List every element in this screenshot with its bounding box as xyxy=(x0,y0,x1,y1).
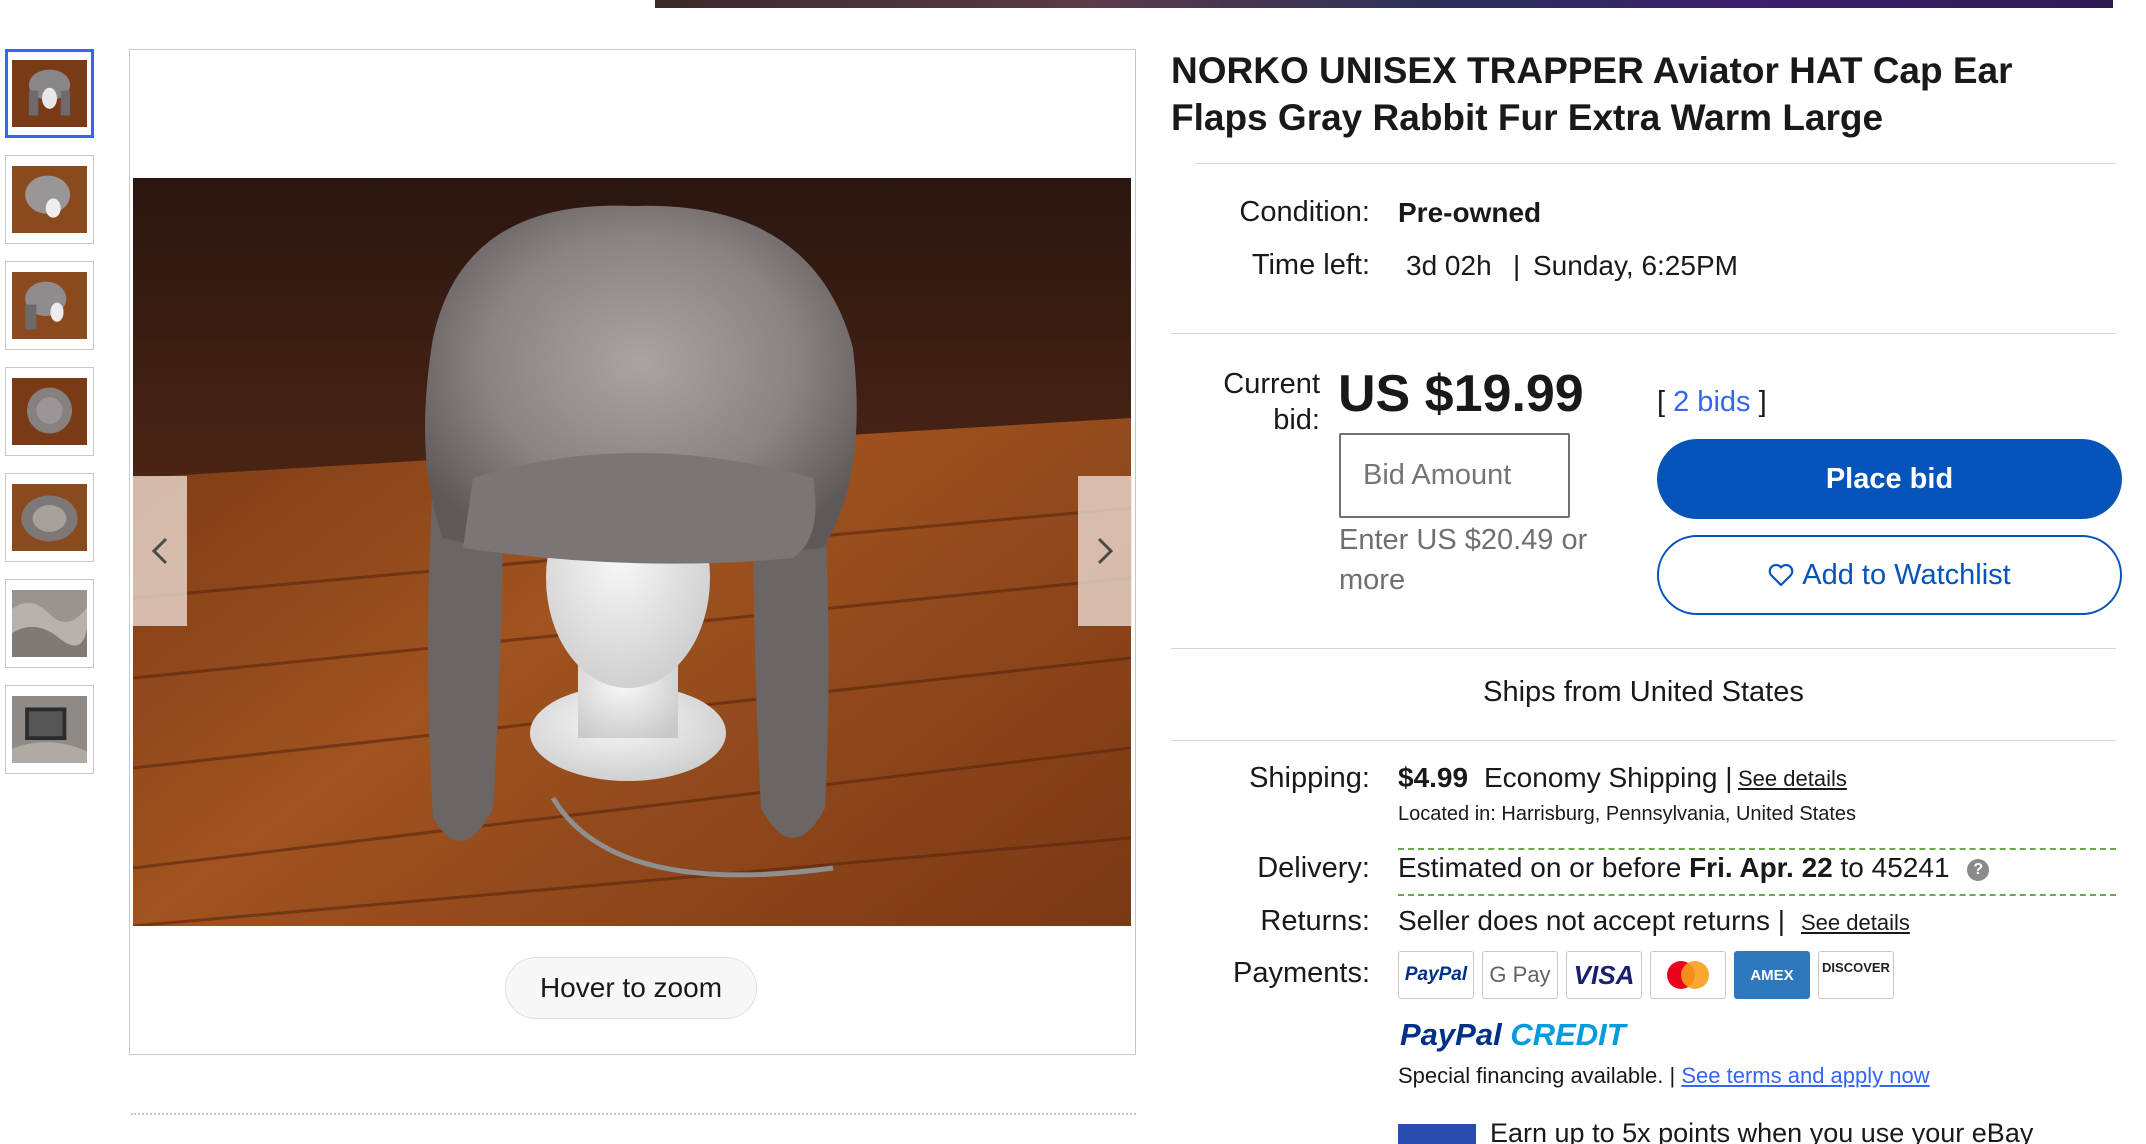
place-bid-button[interactable]: Place bid xyxy=(1657,439,2122,519)
paypal-credit-pay: PayPal xyxy=(1400,1017,1502,1052)
time-left-label: Time left: xyxy=(1251,249,1370,281)
returns-label: Returns: xyxy=(1260,905,1370,937)
returns-value: Seller does not accept returns | xyxy=(1398,905,1786,936)
top-banner xyxy=(655,0,2113,8)
chevron-right-icon xyxy=(1097,537,1114,565)
shipping-method: Economy Shipping | xyxy=(1484,762,1733,793)
current-bid-label-line2: bid: xyxy=(1273,404,1320,436)
time-separator: | xyxy=(1513,250,1521,281)
delivery-top-border xyxy=(1398,848,2116,850)
mastercard-icon xyxy=(1650,951,1726,999)
delivery-estimate: Estimated on or before Fri. Apr. 22 to 4… xyxy=(1398,852,1990,884)
earn-points-text: Earn up to 5x points when you use your e… xyxy=(1490,1118,2034,1144)
delivery-label: Delivery: xyxy=(1257,852,1370,884)
divider xyxy=(1171,333,2116,334)
shipping-label: Shipping: xyxy=(1249,762,1370,794)
bid-count: [ 2 bids ] xyxy=(1657,386,1767,419)
paypal-credit-logo: PayPal CREDIT xyxy=(1400,1017,1626,1053)
help-icon[interactable]: ? xyxy=(1967,858,1990,881)
discover-badge-text: DISCOVER xyxy=(1822,960,1890,975)
thumbnail-5[interactable] xyxy=(5,473,94,562)
amex-badge-text: AMEX xyxy=(1750,966,1794,984)
current-price: US $19.99 xyxy=(1338,365,1584,423)
divider xyxy=(1171,740,2116,741)
thumbnail-2[interactable] xyxy=(5,155,94,244)
gallery-divider xyxy=(131,1113,1136,1115)
special-financing: Special financing available. | See terms… xyxy=(1398,1063,1930,1089)
bid-history-link[interactable]: 2 bids xyxy=(1673,386,1750,418)
add-to-watchlist-label: Add to Watchlist xyxy=(1802,558,2011,591)
divider xyxy=(1195,163,2116,164)
item-location: Located in: Harrisburg, Pennsylvania, Un… xyxy=(1398,803,1856,826)
thumbnail-7[interactable] xyxy=(5,685,94,774)
delivery-date: Fri. Apr. 22 xyxy=(1689,852,1833,883)
paypal-badge-text: PayPal xyxy=(1404,964,1468,985)
add-to-watchlist-button[interactable]: Add to Watchlist xyxy=(1657,535,2122,615)
gpay-badge-text: G Pay xyxy=(1489,962,1551,987)
payments-label: Payments: xyxy=(1233,957,1370,989)
chevron-left-icon xyxy=(151,537,168,565)
located-label: Located in: xyxy=(1398,803,1496,825)
located-value: Harrisburg, Pennsylvania, United States xyxy=(1501,803,1857,825)
visa-badge-text: VISA xyxy=(1573,959,1635,990)
heart-icon xyxy=(1768,563,1794,587)
amex-icon: AMEX xyxy=(1734,951,1810,999)
main-image-frame: Hover to zoom xyxy=(129,49,1136,1055)
ships-from: Ships from United States xyxy=(1483,676,1804,708)
returns-see-details-link[interactable]: See details xyxy=(1801,910,1910,936)
delivery-bottom-border xyxy=(1398,894,2116,896)
end-time: Sunday, 6:25PM xyxy=(1533,250,1738,281)
current-bid-label-line1: Current xyxy=(1223,368,1320,400)
bid-bracket-open: [ xyxy=(1657,386,1666,418)
thumbnail-1[interactable] xyxy=(5,49,94,138)
item-title: NORKO UNISEX TRAPPER Aviator HAT Cap Ear… xyxy=(1171,50,2013,138)
see-terms-link[interactable]: See terms and apply now xyxy=(1681,1063,1929,1088)
bid-bracket-close: ] xyxy=(1758,386,1767,418)
delivery-suffix: to 45241 xyxy=(1840,852,1950,883)
shipping-see-details-link[interactable]: See details xyxy=(1738,766,1847,792)
main-product-image[interactable] xyxy=(133,178,1131,926)
google-pay-icon: G Pay xyxy=(1482,951,1558,999)
paypal-credit-credit: CREDIT xyxy=(1510,1017,1626,1052)
condition-value: Pre-owned xyxy=(1398,197,1542,228)
place-bid-label: Place bid xyxy=(1825,462,1954,495)
time-left-value: 3d 02h xyxy=(1406,250,1492,281)
delivery-prefix: Estimated on or before xyxy=(1398,852,1682,883)
special-financing-text: Special financing available. | xyxy=(1398,1063,1676,1088)
discover-icon: DISCOVER xyxy=(1818,951,1894,999)
shipping-price: $4.99 xyxy=(1398,762,1469,793)
condition-label: Condition: xyxy=(1239,196,1370,228)
ebay-card-icon xyxy=(1398,1124,1476,1144)
visa-icon: VISA xyxy=(1566,951,1642,999)
bid-amount-input[interactable] xyxy=(1339,433,1570,518)
minimum-bid-hint: Enter US $20.49 or more xyxy=(1339,524,1588,596)
paypal-icon: PayPal xyxy=(1398,951,1474,999)
previous-image-button[interactable] xyxy=(133,476,187,626)
divider xyxy=(1171,648,2116,649)
hover-to-zoom-button[interactable]: Hover to zoom xyxy=(505,957,757,1019)
thumbnail-6[interactable] xyxy=(5,579,94,668)
thumbnail-4[interactable] xyxy=(5,367,94,456)
thumbnail-3[interactable] xyxy=(5,261,94,350)
next-image-button[interactable] xyxy=(1078,476,1132,626)
